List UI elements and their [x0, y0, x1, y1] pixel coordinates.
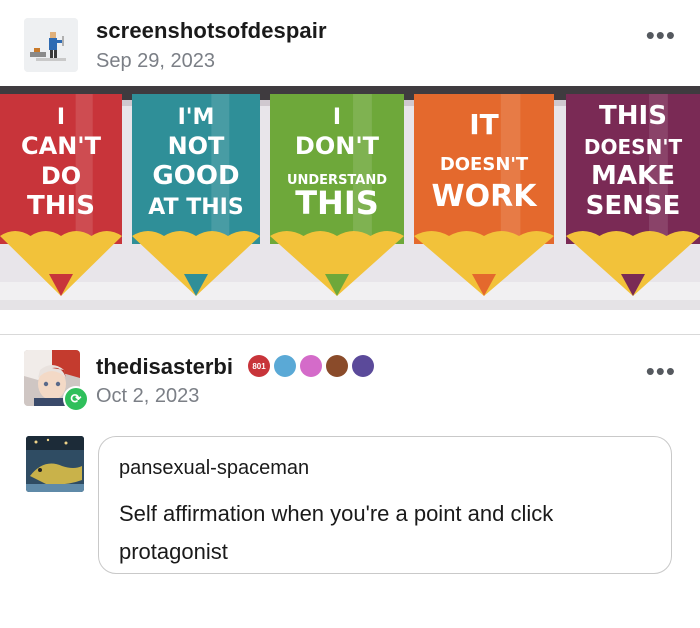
banner-text: DO [41, 162, 81, 190]
more-options-button[interactable]: ••• [646, 22, 676, 48]
robot-icon[interactable] [274, 355, 296, 377]
quoted-post-text: Self affirmation when you're a point and… [119, 501, 554, 564]
quote-card: pansexual-spaceman Self affirmation when… [98, 436, 672, 574]
banner-text: AT THIS [148, 195, 243, 220]
banner-text: THIS [295, 184, 379, 222]
post-username[interactable]: screenshotsofdespair [96, 18, 327, 44]
pixel-figure-icon [24, 18, 78, 72]
paw-purple-icon[interactable] [352, 355, 374, 377]
banner-text: DOESN'T [440, 154, 529, 175]
badge-red-hex[interactable]: 801 [248, 355, 270, 377]
banner-text: I'M [178, 105, 215, 130]
banner-text: SENSE [586, 191, 681, 221]
banner-text: THIS [599, 101, 667, 131]
banners-image: ICAN'TDOTHISI'MNOTGOODAT THISIDON'TUNDER… [0, 86, 700, 310]
reblog-more-options-button[interactable]: ••• [646, 358, 676, 384]
paw-brown-icon[interactable] [326, 355, 348, 377]
banner-text: MAKE [591, 161, 675, 191]
banner-text: NOT [168, 132, 225, 160]
post-header: screenshotsofdespair Sep 29, 2023 ••• [0, 0, 700, 86]
creature-icon [26, 436, 84, 492]
banner-text: I [333, 105, 341, 130]
banner-text: IT [469, 108, 499, 141]
banner-text: DON'T [295, 132, 380, 160]
banner-text: I [57, 105, 65, 130]
banner-text: WORK [432, 179, 539, 214]
paw-pink-icon[interactable] [300, 355, 322, 377]
user-badges: 801 [248, 355, 374, 377]
banner-text: CAN'T [21, 132, 102, 160]
reblog-username[interactable]: thedisasterbi [96, 354, 233, 380]
banner-text: THIS [27, 191, 95, 221]
banner-text: GOOD [152, 161, 239, 191]
avatar[interactable] [24, 18, 78, 72]
quoted-username[interactable]: pansexual-spaceman [119, 457, 309, 480]
reblog-icon: ⟳ [63, 386, 89, 412]
quoted-user-avatar[interactable] [26, 436, 84, 492]
reblog-date[interactable]: Oct 2, 2023 [96, 385, 199, 408]
post-divider [0, 334, 700, 335]
post-photo: I CAN'T DO THIS I'M NOT GOOD AT THIS I DON'T UNDER… [0, 86, 700, 310]
banner-text: DOESN'T [584, 135, 683, 159]
post-date[interactable]: Sep 29, 2023 [96, 50, 215, 73]
